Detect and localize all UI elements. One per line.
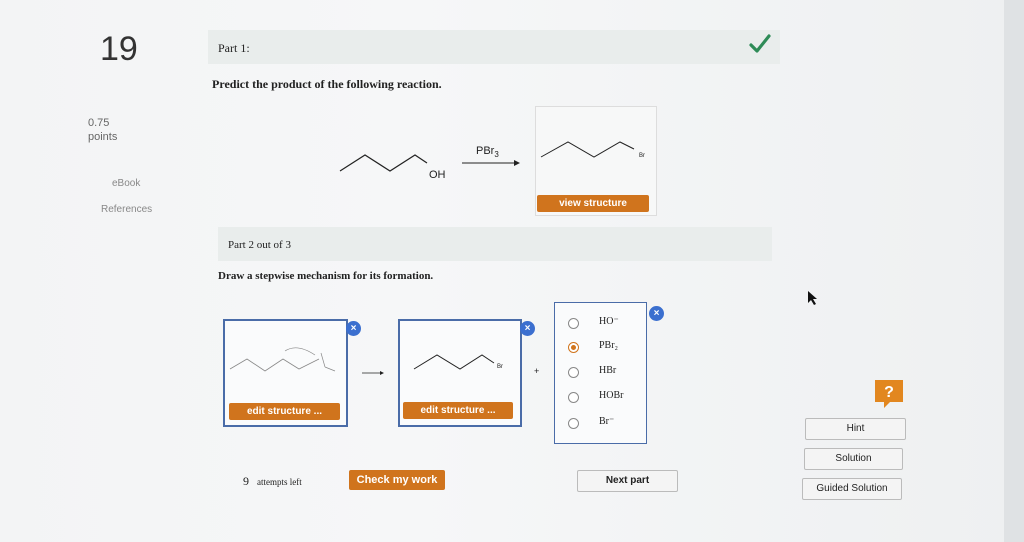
points-value: 0.75 [88, 117, 110, 129]
option-radio-ho[interactable] [568, 318, 579, 329]
part2-title: Part 2 out of 3 [228, 239, 291, 251]
check-my-work-button[interactable]: Check my work [349, 470, 445, 490]
close-box-1-icon[interactable]: × [346, 321, 361, 336]
plus-sign: + [534, 366, 540, 376]
help-glyph: ? [884, 384, 894, 401]
attempts-label: attempts left [257, 477, 302, 487]
references-link[interactable]: References [101, 204, 152, 215]
option-label-ho: HO⁻ [599, 316, 619, 327]
box2-bromine-label: Br [497, 364, 503, 370]
option-label-hbr: HBr [599, 365, 617, 376]
points-display: 0.75 points [88, 116, 117, 144]
option-label-br: Br⁻ [599, 416, 615, 427]
guided-solution-button[interactable]: Guided Solution [802, 478, 902, 500]
close-reagent-icon[interactable]: × [649, 306, 664, 321]
edit-structure-button-1[interactable]: edit structure ... [229, 403, 340, 420]
ebook-link[interactable]: eBook [112, 178, 140, 189]
hint-button[interactable]: Hint [805, 418, 906, 440]
part2-prompt: Draw a stepwise mechanism for its format… [218, 270, 434, 282]
mouse-pointer-icon [808, 291, 817, 305]
question-number: 19 [100, 30, 138, 68]
part1-title: Part 1: [218, 41, 250, 55]
bromine-label: Br [639, 153, 645, 159]
option-label-hobr: HOBr [599, 390, 624, 401]
option-label-pbr2: PBr₂ [599, 340, 619, 351]
points-label: points [88, 131, 118, 143]
product-structure [540, 141, 635, 158]
solution-button[interactable]: Solution [804, 448, 903, 470]
part1-header [208, 30, 780, 64]
mechanism-arrow [362, 371, 384, 375]
close-box-2-icon[interactable]: × [520, 321, 535, 336]
next-part-button[interactable]: Next part [577, 470, 678, 492]
reagent-selector[interactable]: HO⁻ PBr₂ HBr HOBr Br⁻ [554, 302, 647, 444]
hydroxyl-label: OH [429, 169, 446, 181]
mechanism-sketch-1 [229, 347, 336, 372]
option-radio-hbr[interactable] [568, 367, 579, 378]
view-structure-button[interactable]: view structure [537, 195, 649, 212]
edit-structure-button-2[interactable]: edit structure ... [403, 402, 513, 419]
scrollbar-track[interactable] [1004, 0, 1024, 542]
help-question-icon[interactable]: ? [872, 378, 906, 410]
option-radio-hobr[interactable] [568, 392, 579, 403]
option-radio-pbr2[interactable] [568, 342, 579, 353]
checkmark-icon [749, 34, 771, 53]
part2-header [218, 227, 772, 261]
attempts-indicator: 9 attempts left [243, 472, 302, 490]
attempts-count: 9 [243, 474, 249, 488]
option-radio-br[interactable] [568, 418, 579, 429]
part1-prompt: Predict the product of the following rea… [212, 77, 442, 91]
reaction-arrow [462, 160, 520, 166]
